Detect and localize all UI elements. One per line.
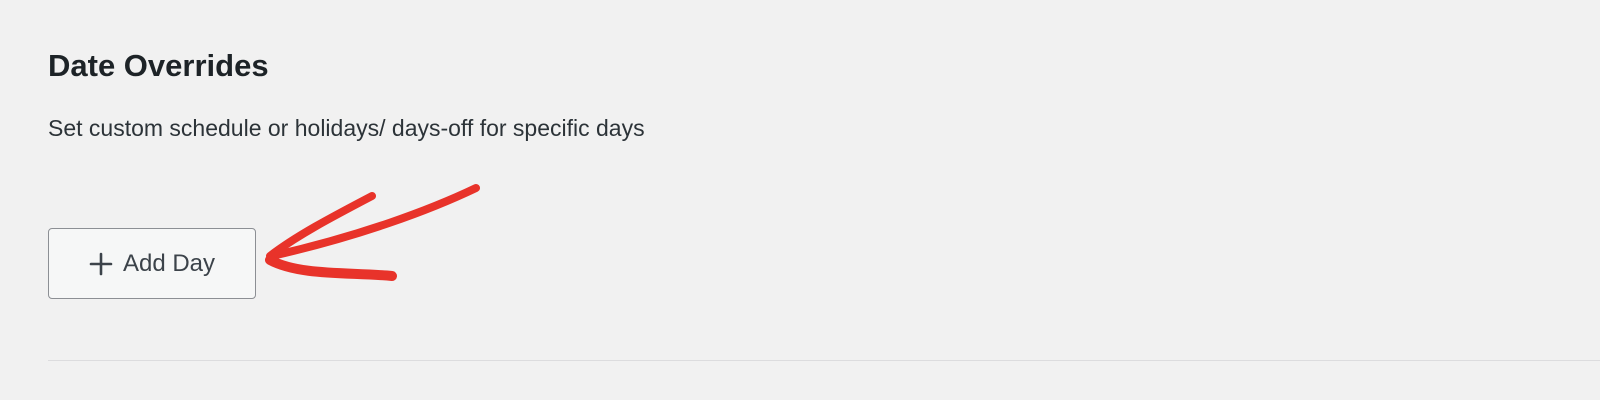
section-description: Set custom schedule or holidays/ days-of…: [48, 115, 645, 141]
section-divider: [48, 360, 1600, 361]
section-title: Date Overrides: [48, 48, 269, 83]
add-day-label: Add Day: [122, 249, 216, 277]
add-day-button[interactable]: Add Day: [48, 228, 256, 299]
date-overrides-section: Date Overrides Set custom schedule or ho…: [48, 0, 1600, 400]
plus-icon: [89, 252, 113, 276]
